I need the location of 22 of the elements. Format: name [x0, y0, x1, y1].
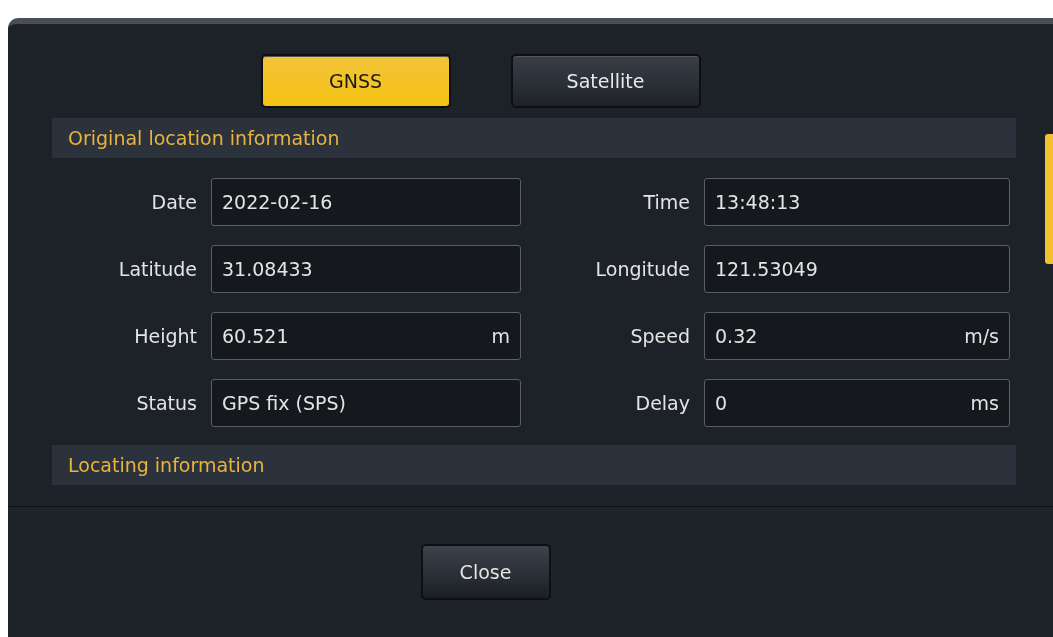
input-field[interactable]: 2022-02-16 [211, 178, 521, 226]
field-label: Longitude [594, 258, 690, 280]
field-label: Status [135, 392, 197, 414]
input-field[interactable]: 0 ms [704, 379, 1010, 427]
tab[interactable]: GNSS [260, 54, 451, 108]
section-header: Original location information [52, 118, 1016, 158]
input-field[interactable]: 31.08433 [211, 245, 521, 293]
field-label: Speed [629, 325, 690, 347]
field-label: Height [133, 325, 197, 347]
field-label: Latitude [117, 258, 197, 280]
close-button[interactable]: Close [420, 544, 551, 600]
field-label: Date [150, 191, 197, 213]
input-field[interactable]: 0.32 m/s [704, 312, 1010, 360]
tab[interactable]: Satellite [510, 54, 701, 108]
input-field[interactable]: GPS fix (SPS) [211, 379, 521, 427]
input-field[interactable]: 13:48:13 [704, 178, 1010, 226]
section-header: Locating information [52, 445, 1016, 485]
scrollbar-thumb[interactable] [1045, 134, 1053, 264]
field-label: Delay [634, 392, 690, 414]
field-label: Time [642, 191, 690, 213]
input-field[interactable]: 60.521 m [211, 312, 521, 360]
input-field[interactable]: 121.53049 [704, 245, 1010, 293]
